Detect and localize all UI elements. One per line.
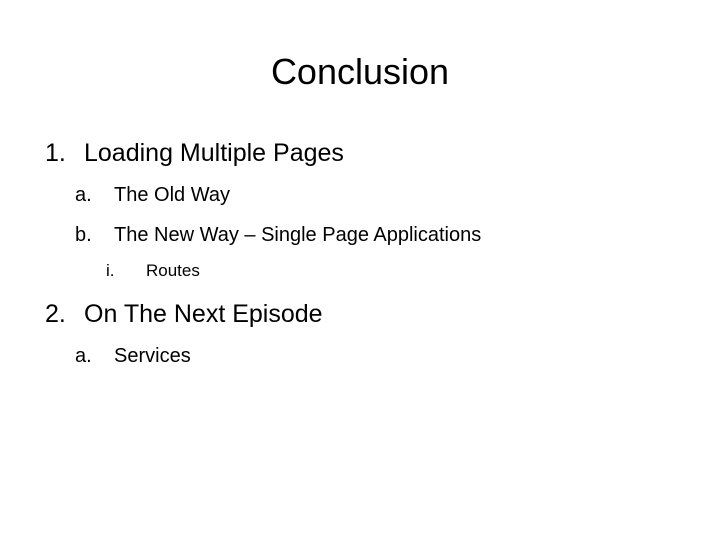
list-roman-numeral: i.	[106, 261, 115, 280]
list-item-label: Routes	[146, 261, 200, 280]
list-item-on-the-next-episode: 2. On The Next Episode	[45, 297, 375, 331]
list-letter: b.	[75, 224, 92, 246]
list-item-label: The New Way – Single Page Applications	[114, 224, 482, 246]
list-item-routes: i. Routes	[106, 259, 246, 283]
list-number: 2.	[45, 300, 66, 328]
list-item-label: The Old Way	[114, 184, 230, 206]
list-letter: a.	[75, 184, 92, 206]
list-item-the-new-way: b. The New Way – Single Page Application…	[75, 221, 595, 249]
slide: Conclusion 1. Loading Multiple Pages a. …	[0, 0, 720, 540]
list-number: 1.	[45, 139, 66, 167]
slide-title: Conclusion	[270, 51, 450, 92]
list-item-services: a. Services	[75, 342, 255, 370]
list-item-label: Loading Multiple Pages	[84, 139, 344, 167]
list-letter: a.	[75, 345, 92, 367]
list-item-label: Services	[114, 345, 191, 367]
list-item-label: On The Next Episode	[84, 300, 323, 328]
list-item-loading-multiple-pages: 1. Loading Multiple Pages	[45, 136, 405, 170]
list-item-the-old-way: a. The Old Way	[75, 181, 375, 209]
